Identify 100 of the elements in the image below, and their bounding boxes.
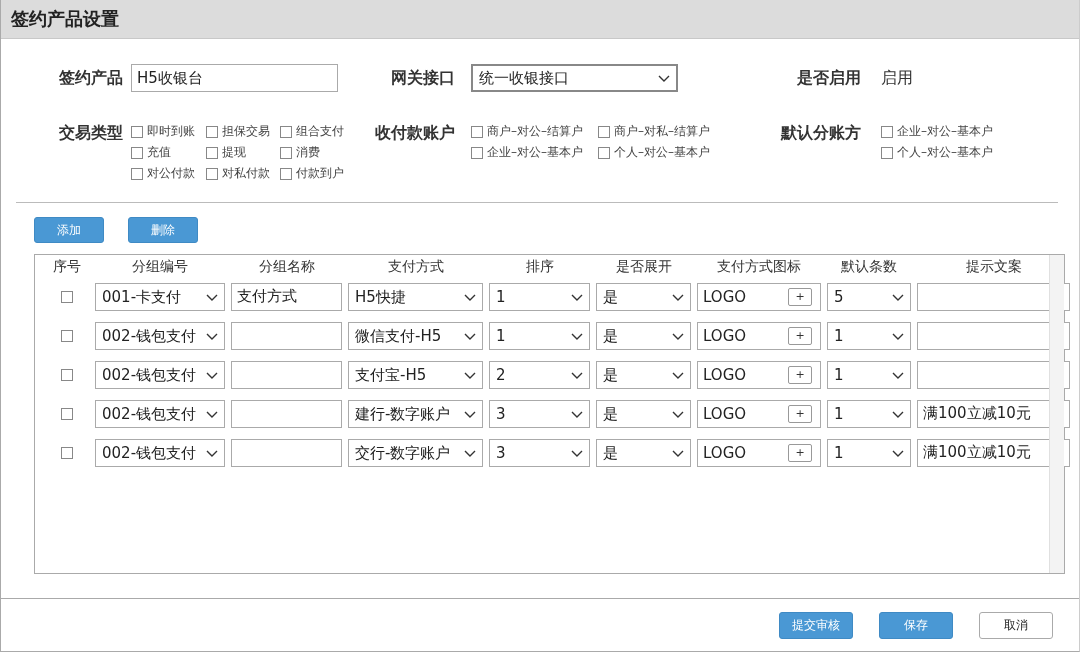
checkbox[interactable] (131, 125, 143, 138)
checkbox-label: 商户–对私–结算户 (614, 123, 710, 140)
chevron-down-icon (206, 371, 218, 379)
column-header: 分组编号 (131, 257, 189, 275)
payment-method-select[interactable]: 交行-数字账户 (348, 439, 483, 467)
hint-input-field[interactable] (917, 361, 1070, 389)
count-select[interactable]: 5 (827, 283, 911, 311)
checkbox[interactable] (471, 146, 483, 159)
upload-button[interactable]: + (788, 366, 812, 384)
upload-button[interactable]: + (788, 327, 812, 345)
group-name-input-field[interactable] (231, 361, 342, 389)
checkbox[interactable] (598, 146, 610, 159)
checkbox[interactable] (61, 408, 73, 420)
group-select[interactable]: 002-钱包支付 (95, 361, 225, 389)
checkbox[interactable] (131, 167, 143, 180)
gateway-select[interactable]: 统一收银接口 (471, 64, 678, 92)
checkbox[interactable] (280, 125, 292, 138)
column-header: 默认条数 (840, 257, 898, 275)
icon-input-field[interactable]: LOGO + (697, 439, 821, 467)
checkbox[interactable] (61, 330, 73, 342)
chevron-down-icon (672, 332, 684, 340)
sort-select[interactable]: 3 (489, 400, 590, 428)
checkbox[interactable] (598, 125, 610, 138)
payment-method-select[interactable]: 微信支付-H5 (348, 322, 483, 350)
sort-select[interactable]: 1 (489, 283, 590, 311)
checkbox[interactable] (206, 167, 218, 180)
checkbox-label: 付款到户 (296, 165, 344, 182)
icon-input-field[interactable]: LOGO + (697, 400, 821, 428)
chevron-down-icon (672, 293, 684, 301)
count-select[interactable]: 1 (827, 361, 911, 389)
expand-select[interactable]: 是 (596, 361, 691, 389)
column-header: 序号 (52, 257, 82, 275)
checkbox[interactable] (881, 125, 893, 138)
product-input-field[interactable]: H5收银台 (131, 64, 338, 92)
chevron-down-icon (892, 293, 904, 301)
cancel-button[interactable]: 取消 (979, 612, 1053, 639)
hint-input-field[interactable] (917, 322, 1070, 350)
icon-input-field[interactable]: LOGO + (697, 361, 821, 389)
chevron-down-icon (464, 371, 476, 379)
checkbox-label: 担保交易 (222, 123, 270, 140)
icon-input-field[interactable]: LOGO + (697, 322, 821, 350)
payment-method-select[interactable]: H5快捷 (348, 283, 483, 311)
payment-method-select[interactable]: 支付宝-H5 (348, 361, 483, 389)
checkbox-label: 消费 (296, 144, 320, 161)
sort-select[interactable]: 2 (489, 361, 590, 389)
checkbox[interactable] (280, 167, 292, 180)
checkbox-label: 个人–对公–基本户 (614, 144, 710, 161)
checkbox[interactable] (881, 146, 893, 159)
checkbox-label: 企业–对公–基本户 (897, 123, 993, 140)
count-select[interactable]: 1 (827, 439, 911, 467)
checkbox[interactable] (61, 369, 73, 381)
group-name-input-field[interactable] (231, 439, 342, 467)
checkbox[interactable] (61, 447, 73, 459)
hint-input-field[interactable] (917, 283, 1070, 311)
group-select[interactable]: 001-卡支付 (95, 283, 225, 311)
hint-input-field[interactable]: 满100立减10元 (917, 439, 1070, 467)
checkbox[interactable] (206, 146, 218, 159)
sort-select[interactable]: 1 (489, 322, 590, 350)
column-header: 排序 (524, 257, 555, 275)
upload-button[interactable]: + (788, 405, 812, 423)
chevron-down-icon (892, 371, 904, 379)
field-label: 网关接口 (390, 67, 456, 89)
payment-method-select[interactable]: 建行-数字账户 (348, 400, 483, 428)
checkbox[interactable] (131, 146, 143, 159)
group-select[interactable]: 002-钱包支付 (95, 322, 225, 350)
icon-input-field[interactable]: LOGO + (697, 283, 821, 311)
checkbox-label: 提现 (222, 144, 246, 161)
column-header: 分组名称 (257, 257, 316, 275)
field-label: 签约产品 (58, 67, 124, 89)
checkbox[interactable] (471, 125, 483, 138)
chevron-down-icon (464, 410, 476, 418)
expand-select[interactable]: 是 (596, 439, 691, 467)
upload-button[interactable]: + (788, 288, 812, 306)
upload-button[interactable]: + (788, 444, 812, 462)
count-select[interactable]: 1 (827, 400, 911, 428)
group-name-input-field[interactable]: 支付方式 (231, 283, 342, 311)
count-select[interactable]: 1 (827, 322, 911, 350)
field-label: 交易类型 (58, 123, 124, 143)
checkbox[interactable] (206, 125, 218, 138)
chevron-down-icon (206, 410, 218, 418)
chevron-down-icon (464, 332, 476, 340)
chevron-down-icon (892, 410, 904, 418)
column-header: 支付方式图标 (716, 257, 802, 275)
scrollbar[interactable] (1049, 255, 1064, 573)
chevron-down-icon (571, 371, 583, 379)
group-name-input-field[interactable] (231, 322, 342, 350)
hint-input-field[interactable]: 满100立减10元 (917, 400, 1070, 428)
checkbox-label: 即时到账 (147, 123, 195, 140)
expand-select[interactable]: 是 (596, 400, 691, 428)
group-select[interactable]: 002-钱包支付 (95, 400, 225, 428)
sort-select[interactable]: 3 (489, 439, 590, 467)
checkbox-label: 充值 (147, 144, 171, 161)
column-header: 是否展开 (614, 257, 673, 275)
expand-select[interactable]: 是 (596, 322, 691, 350)
checkbox[interactable] (280, 146, 292, 159)
group-name-input-field[interactable] (231, 400, 342, 428)
chevron-down-icon (571, 449, 583, 457)
group-select[interactable]: 002-钱包支付 (95, 439, 225, 467)
checkbox[interactable] (61, 291, 73, 303)
expand-select[interactable]: 是 (596, 283, 691, 311)
